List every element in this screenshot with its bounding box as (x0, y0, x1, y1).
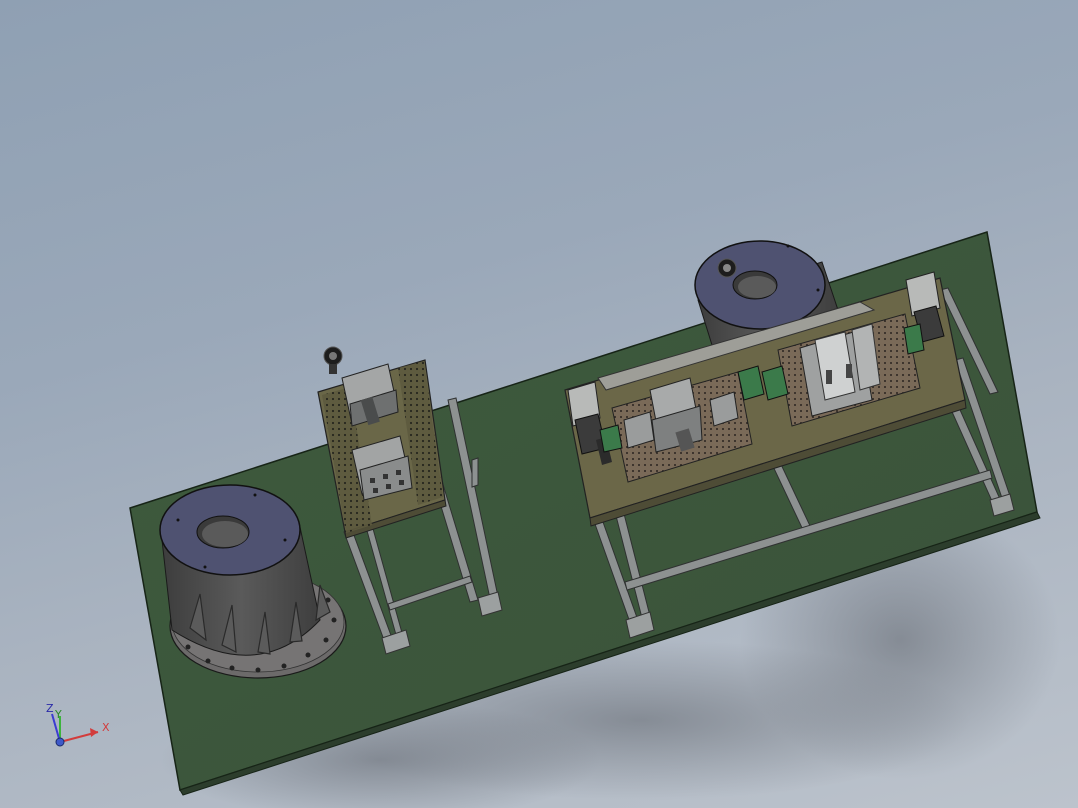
assembly-model[interactable]: X Y Z (0, 0, 1078, 808)
axis-x-label: X (102, 721, 110, 734)
cad-viewport[interactable]: X Y Z (0, 0, 1078, 808)
coordinate-triad-icon: X Y Z (46, 702, 110, 747)
axis-y-label: Y (54, 708, 62, 721)
axis-z-label: Z (46, 702, 54, 715)
